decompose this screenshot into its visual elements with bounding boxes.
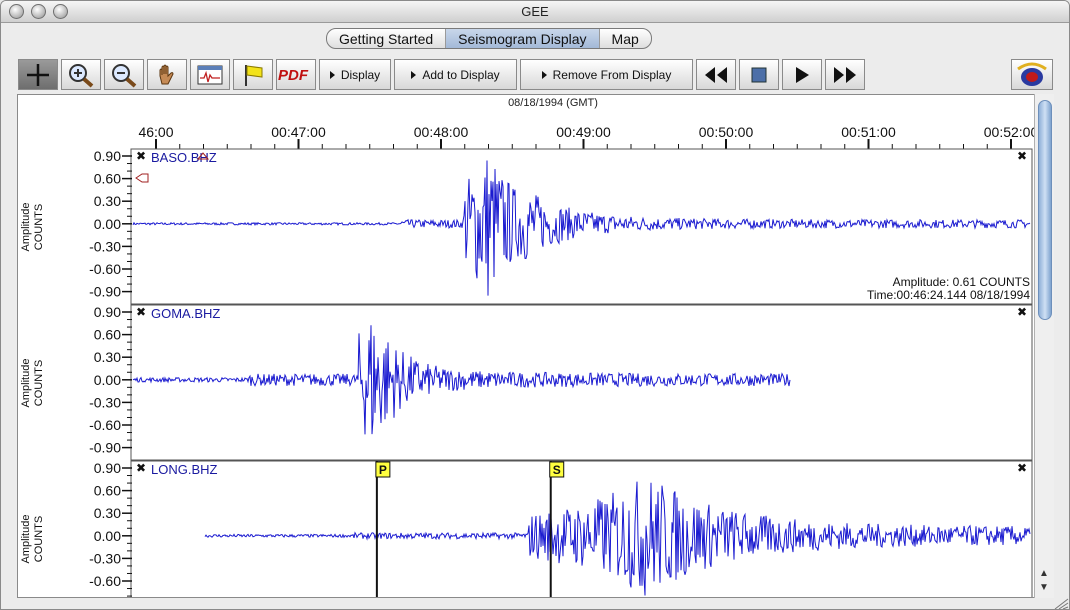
y-axis-title: COUNTS <box>33 516 45 562</box>
scroll-down-arrow-icon[interactable]: ▼ <box>1039 582 1049 593</box>
select-window-button[interactable] <box>190 59 230 90</box>
remove-trace-icon: ✖ <box>136 149 146 163</box>
remove-from-display-button[interactable]: Remove From Display <box>520 59 693 90</box>
remove-trace-icon: ✖ <box>1017 305 1027 319</box>
flag-button[interactable] <box>233 59 273 90</box>
zoom-in-button[interactable] <box>61 59 101 90</box>
time-axis-tick-label: 00:48:00 <box>414 124 469 140</box>
pan-button[interactable] <box>147 59 187 90</box>
display-button-label: Display <box>340 67 381 82</box>
select-window-icon <box>197 65 223 84</box>
remove-trace-icon: ✖ <box>1017 461 1027 475</box>
tab-getting-started[interactable]: Getting Started <box>327 29 447 48</box>
scrollbar-thumb[interactable] <box>1038 100 1052 320</box>
crosshair-tool-icon <box>27 63 49 86</box>
seismic-logo-icon <box>1017 62 1047 86</box>
amplitude-tick-label: 0.90 <box>94 304 121 320</box>
stop-icon <box>751 67 767 82</box>
time-axis-tick-label: 00:47:00 <box>271 124 326 140</box>
amplitude-tick-label: -0.30 <box>89 394 121 410</box>
display-button[interactable]: Display <box>319 59 391 90</box>
rewind-icon <box>705 66 727 83</box>
play-button[interactable] <box>782 59 822 90</box>
triangle-right-icon <box>329 70 335 79</box>
remove-from-display-label: Remove From Display <box>552 67 672 82</box>
station-label: LONG.BHZ <box>151 462 218 477</box>
y-axis-title: Amplitude <box>20 359 32 408</box>
add-to-display-button[interactable]: Add to Display <box>394 59 517 90</box>
amplitude-tick-label: 0.00 <box>94 528 121 544</box>
amplitude-tick-label: -0.90 <box>89 596 121 597</box>
amplitude-tick-label: -0.30 <box>89 550 121 566</box>
y-axis-title: COUNTS <box>33 204 45 250</box>
add-to-display-label: Add to Display <box>422 67 500 82</box>
amplitude-tick-label: 0.30 <box>94 193 121 209</box>
time-axis-tick-label: 00:52:00 <box>984 124 1034 140</box>
time-axis-tick-label: 00:51:00 <box>841 124 896 140</box>
phase-pick-label: P <box>379 463 387 477</box>
y-axis-title: Amplitude <box>20 203 32 252</box>
remove-trace-icon: ✖ <box>136 461 146 475</box>
rewind-button[interactable] <box>696 59 736 90</box>
scroll-up-arrow-icon[interactable]: ▲ <box>1039 568 1049 579</box>
amplitude-tick-label: -0.60 <box>89 417 121 433</box>
play-icon <box>796 66 809 83</box>
logo-button[interactable] <box>1011 59 1053 90</box>
y-axis-title: COUNTS <box>33 360 45 406</box>
flag-icon <box>245 64 263 86</box>
triangle-right-icon <box>541 70 547 79</box>
pdf-button[interactable]: PDF <box>276 59 316 90</box>
fast-forward-icon <box>834 66 856 83</box>
y-axis-title: Amplitude <box>20 515 32 564</box>
triangle-right-icon <box>411 70 417 79</box>
phase-pick-label: S <box>553 463 561 477</box>
amplitude-tick-label: -0.90 <box>89 284 121 300</box>
tab-bar: Getting Started Seismogram Display Map <box>326 28 652 49</box>
remove-trace-icon: ✖ <box>136 305 146 319</box>
tab-map[interactable]: Map <box>600 29 651 48</box>
amplitude-tick-label: 0.30 <box>94 349 121 365</box>
stop-button[interactable] <box>739 59 779 90</box>
amplitude-tick-label: -0.60 <box>89 573 121 589</box>
time-axis-date-label: 08/18/1994 (GMT) <box>508 97 598 109</box>
fast-forward-button[interactable] <box>825 59 865 90</box>
pdf-export-icon: PDF <box>278 67 309 84</box>
application-window: GEE Getting Started Seismogram Display M… <box>0 0 1070 610</box>
cursor-time-readout: Time:00:46:24.144 08/18/1994 <box>867 288 1030 302</box>
amplitude-tick-label: 0.00 <box>94 372 121 388</box>
time-axis-tick-label: 00:49:00 <box>556 124 611 140</box>
toolbar: PDF Display Add to Display Remove From D… <box>16 59 1056 93</box>
amplitude-tick-label: 0.30 <box>94 505 121 521</box>
amplitude-tick-label: -0.60 <box>89 261 121 277</box>
vertical-scrollbar[interactable]: ▲ ▼ <box>1034 94 1054 598</box>
seismogram-display-area: 08/18/1994 (GMT) 46:00 00:47:00 00:48:00 00:… <box>17 94 1053 598</box>
zoom-out-button[interactable] <box>104 59 144 90</box>
amplitude-tick-label: -0.30 <box>89 238 121 254</box>
time-axis-tick-label: 00:50:00 <box>699 124 754 140</box>
seismogram-plot: 08/18/1994 (GMT) 46:00 00:47:00 00:48:00 00:… <box>20 97 1034 597</box>
resize-grip-icon[interactable] <box>1053 597 1069 610</box>
amplitude-tick-label: 0.60 <box>94 483 121 499</box>
tab-seismogram-display[interactable]: Seismogram Display <box>446 29 600 48</box>
zoom-in-icon <box>69 63 94 88</box>
title-bar: GEE <box>1 1 1069 23</box>
amplitude-tick-label: 0.60 <box>94 327 121 343</box>
time-axis-tick-label: 46:00 <box>138 124 173 140</box>
station-label: GOMA.BHZ <box>151 306 220 321</box>
cursor-amplitude-readout: Amplitude: 0.61 COUNTS <box>893 275 1030 289</box>
amplitude-tick-label: 0.90 <box>94 460 121 476</box>
remove-trace-icon: ✖ <box>1017 149 1027 163</box>
amplitude-tick-label: 0.60 <box>94 171 121 187</box>
pdf-label: PDF <box>278 67 309 84</box>
amplitude-tick-label: -0.90 <box>89 440 121 456</box>
amplitude-tick-label: 0.00 <box>94 216 121 232</box>
crosshair-tool-button[interactable] <box>18 59 58 90</box>
zoom-out-icon <box>112 63 137 88</box>
hand-pan-icon <box>159 64 174 84</box>
window-title: GEE <box>521 4 549 19</box>
amplitude-tick-label: 0.90 <box>94 148 121 164</box>
